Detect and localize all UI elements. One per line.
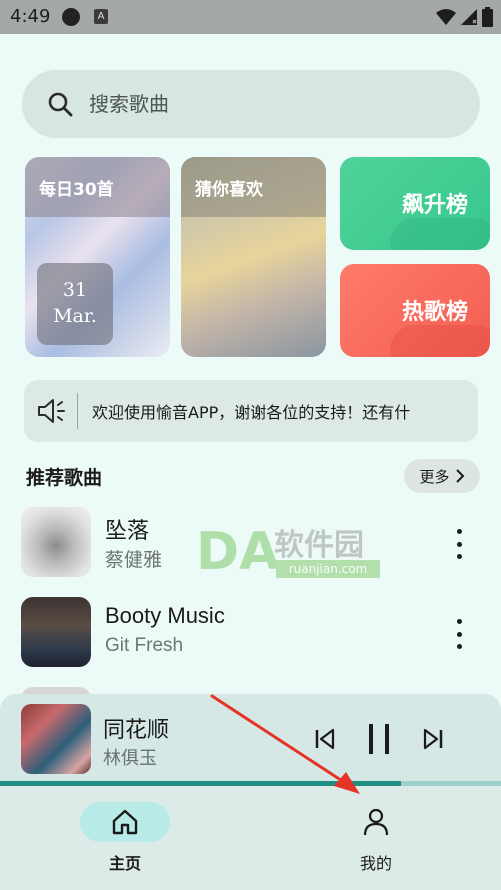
nav-mine-label: 我的 xyxy=(359,854,392,873)
player-song-artist: 林俱玉 xyxy=(103,748,157,769)
rising-chart-card[interactable]: 飙升榜 xyxy=(340,157,490,250)
status-icons xyxy=(436,7,493,27)
bottom-nav: 主页 我的 xyxy=(0,786,501,890)
pause-button[interactable] xyxy=(365,724,393,754)
more-options-button[interactable] xyxy=(449,529,469,559)
status-time: 4:49 xyxy=(10,6,51,27)
a-badge-icon: A xyxy=(94,9,108,24)
more-options-button[interactable] xyxy=(449,619,469,649)
rising-decoration xyxy=(390,218,490,250)
next-button[interactable] xyxy=(420,724,446,754)
player-album-cover xyxy=(21,704,91,774)
signal-icon xyxy=(461,9,477,25)
watermark-url: ruanjian.com xyxy=(276,560,380,578)
skip-next-icon xyxy=(423,728,443,750)
nav-home[interactable]: 主页 xyxy=(80,802,170,890)
date-day: 31 xyxy=(62,279,88,301)
hot-chart-card[interactable]: 热歌榜 xyxy=(340,264,490,357)
rising-chart-label: 飙升榜 xyxy=(402,193,469,218)
song-title: Booty Music xyxy=(105,603,225,628)
mini-player[interactable]: 同花顺 林俱玉 xyxy=(0,694,501,786)
song-artist: Git Fresh xyxy=(105,635,184,656)
daily-30-card[interactable]: 每日30首 31 Mar. xyxy=(25,157,170,357)
list-item[interactable]: Booty Music Git Fresh xyxy=(0,595,501,675)
skip-previous-icon xyxy=(315,728,335,750)
more-button[interactable]: 更多 xyxy=(404,459,480,493)
search-icon xyxy=(48,92,73,117)
watermark-letters: DA xyxy=(196,522,280,582)
guess-you-like-card[interactable]: 猜你喜欢 xyxy=(181,157,326,357)
player-song-title: 同花顺 xyxy=(103,718,170,743)
hot-chart-label: 热歌榜 xyxy=(402,300,469,325)
previous-button[interactable] xyxy=(312,724,338,754)
date-badge: 31 Mar. xyxy=(37,263,113,345)
pause-icon xyxy=(369,724,389,754)
home-icon xyxy=(112,809,138,835)
album-cover xyxy=(21,597,91,667)
more-label: 更多 xyxy=(419,467,450,486)
song-title: 坠落 xyxy=(105,519,150,544)
speaker-icon xyxy=(38,399,65,423)
nav-home-label: 主页 xyxy=(108,854,141,873)
battery-icon xyxy=(482,7,493,27)
guess-you-like-title: 猜你喜欢 xyxy=(181,157,326,217)
nav-mine-icon-wrap xyxy=(331,802,421,842)
search-input[interactable] xyxy=(89,92,449,116)
nav-home-indicator xyxy=(80,802,170,842)
user-icon xyxy=(363,808,389,836)
nav-mine[interactable]: 我的 xyxy=(331,802,421,890)
notice-divider xyxy=(77,393,78,429)
recommend-title: 推荐歌曲 xyxy=(26,467,103,489)
song-artist: 蔡健雅 xyxy=(105,549,163,571)
notice-bar[interactable]: 欢迎使用愉音APP，谢谢各位的支持！还有什 xyxy=(24,380,478,442)
hot-decoration xyxy=(390,325,490,357)
watermark-cn: 软件园 xyxy=(274,528,364,563)
date-month: Mar. xyxy=(53,305,97,327)
status-bar: 4:49 A xyxy=(0,0,501,34)
notice-text: 欢迎使用愉音APP，谢谢各位的支持！还有什 xyxy=(92,403,411,422)
watermark-logo: DA 软件园 ruanjian.com xyxy=(196,520,386,584)
album-cover xyxy=(21,507,91,577)
chevron-right-icon xyxy=(455,469,464,483)
notification-dot-icon xyxy=(62,8,80,26)
search-bar[interactable] xyxy=(22,70,480,138)
daily-30-title: 每日30首 xyxy=(25,157,170,217)
wifi-icon xyxy=(436,9,456,25)
